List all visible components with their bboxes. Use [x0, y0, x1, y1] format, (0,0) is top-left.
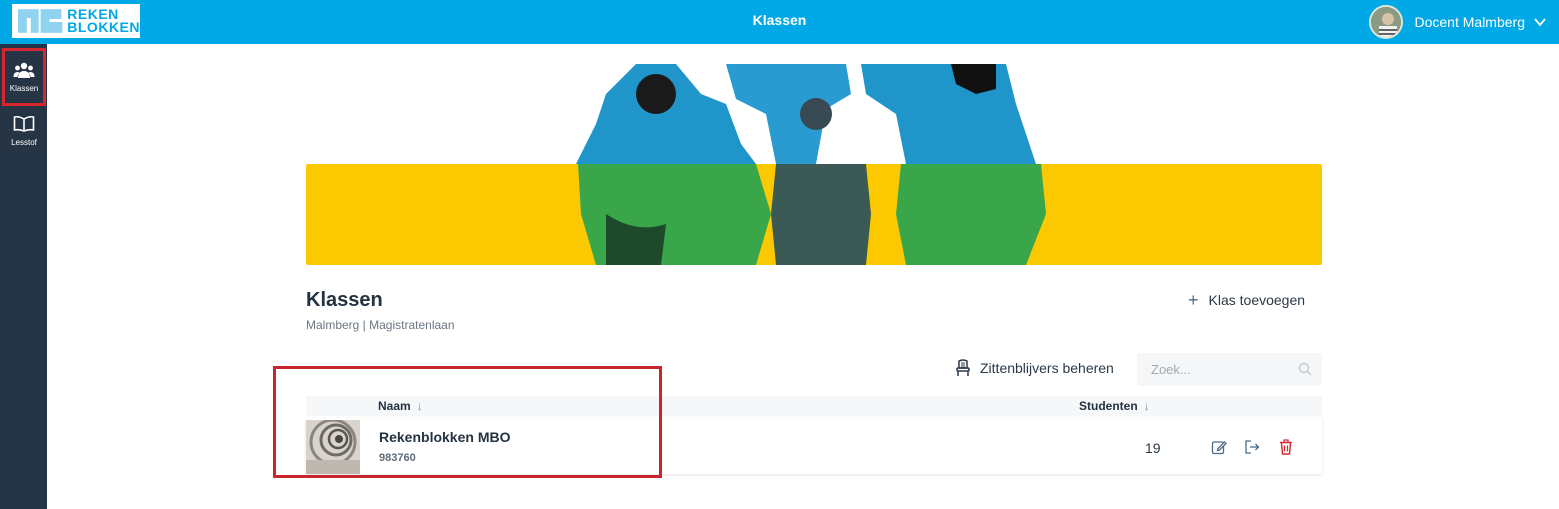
search-icon[interactable] [1298, 362, 1312, 376]
sidebar-item-label: Klassen [9, 84, 39, 93]
manage-repeaters-label: Zittenblijvers beheren [980, 360, 1114, 376]
sidebar-item-klassen[interactable]: Klassen [2, 48, 46, 106]
top-bar: REKEN BLOKKEN Klassen Docent Malmberg [0, 0, 1559, 44]
student-count: 19 [1145, 440, 1161, 456]
search-input[interactable] [1137, 353, 1322, 386]
page-header-title: Klassen [752, 12, 807, 28]
sidebar-item-label: Lesstof [11, 138, 37, 147]
user-menu[interactable]: Docent Malmberg [1368, 4, 1548, 40]
users-icon [13, 62, 35, 78]
row-highlight-outline [273, 366, 662, 478]
chevron-down-icon [1534, 18, 1546, 27]
breadcrumb: Malmberg | Magistratenlaan [306, 318, 455, 332]
chair-icon [956, 359, 970, 376]
avatar-image-icon [1370, 7, 1401, 37]
book-icon [13, 115, 35, 132]
column-header-students[interactable]: Studenten ↓ [1079, 399, 1150, 413]
manage-repeaters-button[interactable]: Zittenblijvers beheren [954, 359, 1114, 377]
user-name: Docent Malmberg [1414, 14, 1526, 30]
sidebar-item-lesstof[interactable]: Lesstof [2, 102, 46, 160]
sort-arrow-icon: ↓ [1143, 399, 1150, 413]
sidebar: Klassen Lesstof [0, 44, 47, 509]
page-title: Klassen [306, 289, 383, 311]
trash-icon[interactable] [1278, 439, 1294, 455]
move-out-icon[interactable] [1244, 439, 1260, 455]
add-class-button[interactable]: + Klas toevoegen [1188, 290, 1306, 310]
add-class-label: Klas toevoegen [1208, 292, 1306, 308]
edit-icon[interactable] [1211, 439, 1227, 455]
plus-icon: + [1188, 290, 1199, 310]
hero-banner [306, 64, 1322, 265]
banner-people-illustration [576, 64, 1046, 265]
avatar [1368, 5, 1403, 39]
